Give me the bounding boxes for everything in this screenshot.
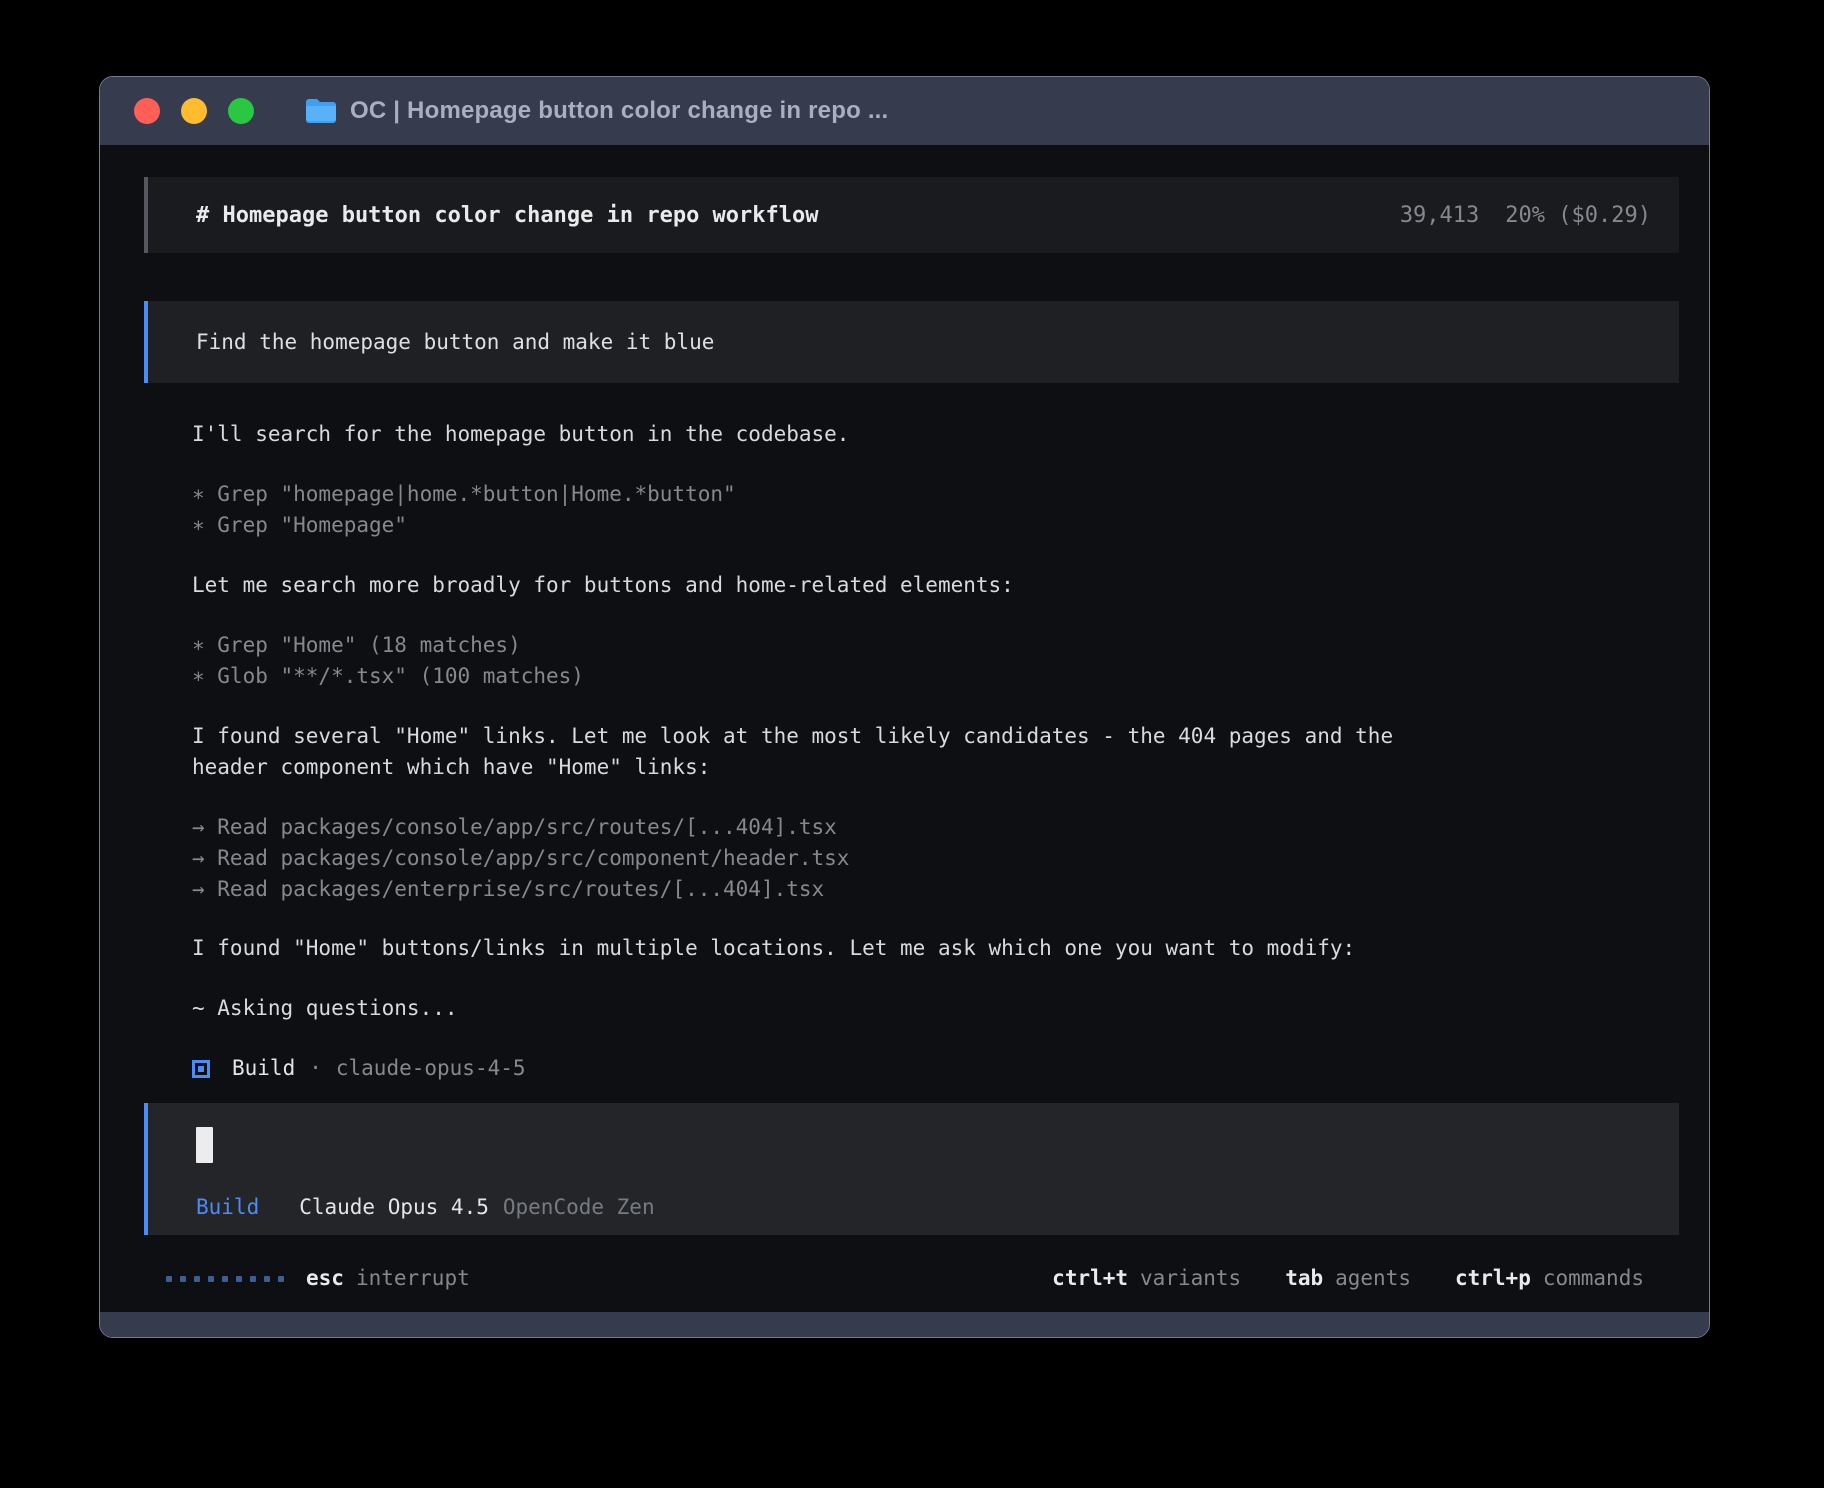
assistant-text: I'll search for the homepage button in t… [192, 419, 1679, 450]
session-stats: 39,413 20% ($0.29) [1400, 203, 1651, 228]
tool-call-group: ∗ Grep "homepage|home.*button|Home.*butt… [144, 479, 1679, 541]
desktop: OC | Homepage button color change in rep… [0, 0, 1824, 1488]
titlebar: OC | Homepage button color change in rep… [100, 77, 1709, 145]
tool-call-read: → Read packages/enterprise/src/routes/[.… [192, 874, 1679, 905]
interrupt-label: interrupt [356, 1263, 470, 1294]
assistant-text: Let me search more broadly for buttons a… [192, 570, 1679, 601]
agent-icon [192, 1060, 210, 1078]
session-view: # Homepage button color change in repo w… [100, 177, 1709, 1294]
keyboard-hints: ctrl+t variants tab agents ctrl+p comman… [1052, 1263, 1644, 1294]
token-count: 39,413 [1400, 203, 1479, 228]
hint-variants: ctrl+t variants [1052, 1263, 1241, 1294]
tool-call-grep: ∗ Grep "Home" (18 matches) [192, 630, 1679, 661]
maximize-window-button[interactable] [228, 98, 254, 124]
editor-meta: Build Claude Opus 4.5 OpenCode Zen [196, 1195, 1651, 1219]
folder-icon [305, 98, 337, 124]
tool-call-group: → Read packages/console/app/src/routes/[… [144, 812, 1679, 905]
tool-call-glob: ∗ Glob "**/*.tsx" (100 matches) [192, 661, 1679, 692]
assistant-status-text: ~ Asking questions... [192, 993, 1679, 1024]
minimize-window-button[interactable] [181, 98, 207, 124]
interrupt-key: esc [306, 1263, 344, 1294]
agent-name: Build [232, 1053, 295, 1084]
assistant-text: I found "Home" buttons/links in multiple… [192, 933, 1679, 964]
text-cursor [196, 1127, 213, 1163]
session-title: # Homepage button color change in repo w… [196, 203, 819, 228]
session-header: # Homepage button color change in repo w… [144, 177, 1679, 253]
close-window-button[interactable] [134, 98, 160, 124]
assistant-text: I found several "Home" links. Let me loo… [144, 721, 1679, 783]
hint-commands: ctrl+p commands [1455, 1263, 1644, 1294]
separator-dot: · [309, 1053, 322, 1084]
terminal-window: OC | Homepage button color change in rep… [99, 76, 1710, 1338]
user-message-text: Find the homepage button and make it blu… [196, 330, 714, 354]
tool-call-grep: ∗ Grep "Homepage" [192, 510, 1679, 541]
provider-label: OpenCode Zen [503, 1195, 655, 1219]
model-id: claude-opus-4-5 [336, 1053, 526, 1084]
tool-call-group: ∗ Grep "Home" (18 matches) ∗ Glob "**/*.… [144, 630, 1679, 692]
window-title: OC | Homepage button color change in rep… [350, 97, 888, 125]
window-footer [100, 1312, 1709, 1337]
tool-call-read: → Read packages/console/app/src/routes/[… [192, 812, 1679, 843]
spinner-dots [166, 1276, 284, 1282]
prompt-editor[interactable]: Build Claude Opus 4.5 OpenCode Zen [144, 1103, 1679, 1235]
hint-agents: tab agents [1285, 1263, 1411, 1294]
model-name-label: Claude Opus 4.5 [299, 1195, 489, 1219]
tool-call-read: → Read packages/console/app/src/componen… [192, 843, 1679, 874]
context-usage: 20% ($0.29) [1505, 203, 1651, 228]
status-bar: esc interrupt ctrl+t variants tab agents… [166, 1263, 1644, 1294]
user-message: Find the homepage button and make it blu… [144, 301, 1679, 383]
agent-mode-label: Build [196, 1195, 259, 1219]
tool-call-grep: ∗ Grep "homepage|home.*button|Home.*butt… [192, 479, 1679, 510]
agent-turn-footer: Build · claude-opus-4-5 [192, 1053, 1679, 1084]
